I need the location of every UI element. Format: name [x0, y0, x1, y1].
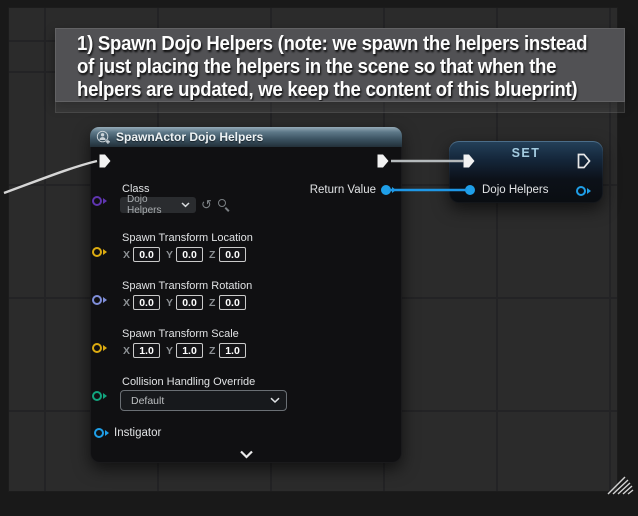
resize-grip-layer [0, 0, 638, 516]
resize-grip[interactable] [608, 477, 633, 494]
blueprint-editor: 1) Spawn Dojo Helpers (note: we spawn th… [0, 0, 638, 516]
